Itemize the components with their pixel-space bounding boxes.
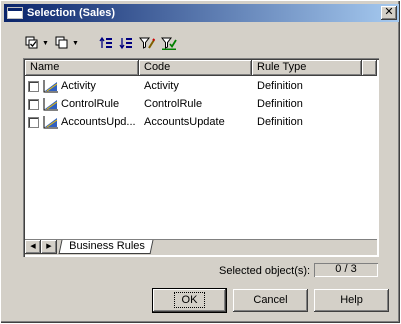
name-cell: ControlRule <box>25 97 139 111</box>
name-cell: AccountsUpd... <box>25 115 139 129</box>
select-all-button[interactable]: ▼ <box>25 35 49 51</box>
business-rules-list[interactable]: Name Code Rule Type Activity Activity De… <box>23 58 379 257</box>
rule-name: Activity <box>61 80 96 92</box>
filter-icon <box>138 37 155 49</box>
select-all-icon <box>25 36 38 49</box>
ok-button[interactable]: OK <box>153 289 226 312</box>
business-rule-icon <box>43 116 58 129</box>
column-header-name[interactable]: Name <box>25 60 139 76</box>
selection-dialog: Selection (Sales) ✕ ▼ ▼ Name Code Rule T… <box>0 0 401 324</box>
list-header: Name Code Rule Type <box>25 60 377 76</box>
move-down-button[interactable] <box>119 35 133 51</box>
row-checkbox[interactable] <box>28 80 39 92</box>
table-row[interactable]: ControlRule ControlRule Definition <box>25 95 377 113</box>
rule-type: Definition <box>257 80 303 92</box>
table-row[interactable]: AccountsUpd... AccountsUpdate Definition <box>25 113 377 131</box>
list-rows: Activity Activity Definition ControlRule… <box>25 77 377 131</box>
business-rule-icon <box>43 98 58 111</box>
tab-scroll-right-button[interactable]: ▶ <box>41 240 57 254</box>
row-checkbox[interactable] <box>28 98 39 110</box>
selected-count-value: 0 / 3 <box>314 263 378 277</box>
rule-code: AccountsUpdate <box>144 116 225 128</box>
filter-button[interactable] <box>138 35 155 51</box>
close-icon: ✕ <box>384 6 394 18</box>
rule-code: Activity <box>144 80 179 92</box>
tab-scroll-left-button[interactable]: ◀ <box>25 240 41 254</box>
move-down-icon <box>119 38 132 50</box>
move-up-button[interactable] <box>99 35 113 51</box>
chevron-down-icon[interactable]: ▼ <box>42 40 49 47</box>
selected-count-label: Selected object(s): <box>219 265 311 277</box>
column-header-rule-type[interactable]: Rule Type <box>252 60 362 76</box>
rule-name: ControlRule <box>61 98 120 110</box>
window-icon <box>7 7 23 19</box>
deselect-all-button[interactable]: ▼ <box>55 35 79 51</box>
rule-name: AccountsUpd... <box>61 116 136 128</box>
name-cell: Activity <box>25 79 139 93</box>
table-row[interactable]: Activity Activity Definition <box>25 77 377 95</box>
deselect-all-icon <box>55 36 68 49</box>
apply-filter-button[interactable] <box>160 35 177 51</box>
help-button[interactable]: Help <box>314 289 389 312</box>
rule-type: Definition <box>257 116 303 128</box>
tab-label: Business Rules <box>69 240 145 252</box>
title-bar[interactable]: Selection (Sales) ✕ <box>4 4 399 22</box>
chevron-down-icon[interactable]: ▼ <box>72 40 79 47</box>
column-header-filler <box>362 60 377 76</box>
row-checkbox[interactable] <box>28 116 39 128</box>
toolbar: ▼ ▼ <box>25 34 183 52</box>
window-title: Selection (Sales) <box>27 7 116 19</box>
apply-filter-icon <box>160 37 177 50</box>
column-header-code[interactable]: Code <box>139 60 252 76</box>
rule-type: Definition <box>257 98 303 110</box>
rule-code: ControlRule <box>144 98 203 110</box>
tab-strip: ◀ ▶ Business Rules <box>25 239 377 255</box>
tab-business-rules[interactable]: Business Rules <box>58 240 154 254</box>
ok-label: OK <box>173 292 206 308</box>
close-button[interactable]: ✕ <box>381 6 397 20</box>
chevron-right-icon: ▶ <box>46 243 52 250</box>
cancel-button[interactable]: Cancel <box>233 289 308 312</box>
move-up-icon <box>99 36 112 48</box>
business-rule-icon <box>43 80 58 93</box>
chevron-left-icon: ◀ <box>30 243 36 250</box>
